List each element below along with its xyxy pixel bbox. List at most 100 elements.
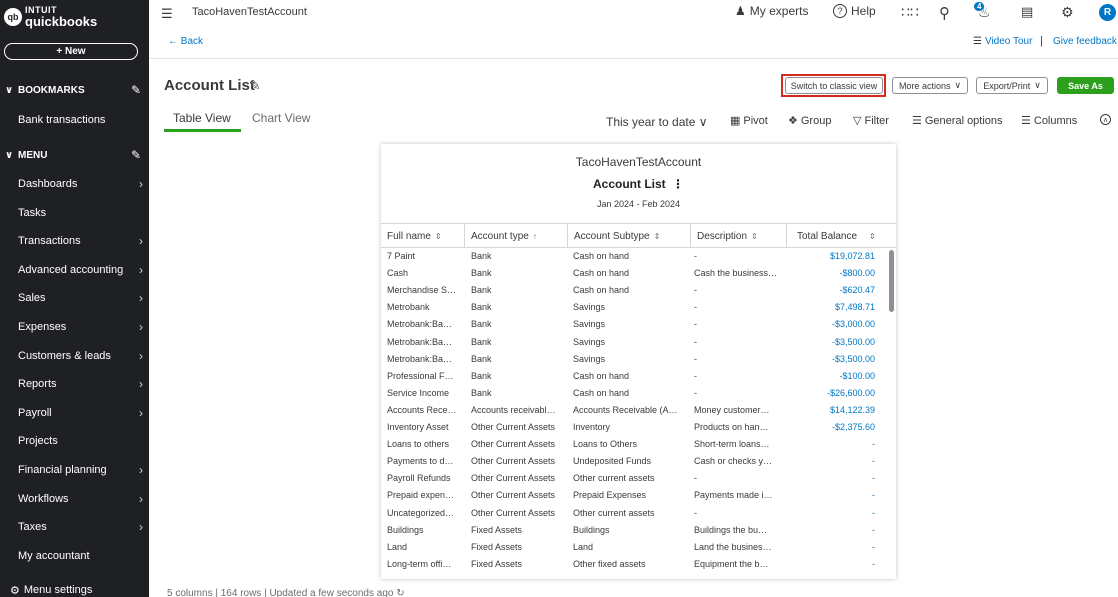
column-header-total-balance[interactable]: Total Balance ⇕ bbox=[787, 224, 890, 248]
collapse-menu-icon[interactable]: ☰ bbox=[161, 6, 173, 22]
cell-total-balance[interactable]: - bbox=[787, 559, 875, 569]
edit-menu-icon[interactable]: ✎ bbox=[131, 148, 141, 162]
table-row[interactable]: Inventory Asset Other Current Assets Inven… bbox=[381, 419, 896, 436]
column-header-full-name[interactable]: Full name ⇕ bbox=[381, 224, 465, 248]
clipboard-icon[interactable]: ▤ bbox=[1021, 4, 1033, 20]
sidebar-item-customers-leads[interactable]: Customers & leads › bbox=[18, 345, 149, 367]
header-divider bbox=[149, 58, 1118, 59]
sidebar-item-label: My accountant bbox=[18, 549, 90, 562]
sidebar-item-expenses[interactable]: Expenses › bbox=[18, 316, 149, 338]
table-row[interactable]: Land Fixed Assets Land Land the busines… - bbox=[381, 539, 896, 556]
quickbooks-logo[interactable]: qb INTUIT quickbooks bbox=[4, 6, 97, 28]
cell-total-balance[interactable]: -$800.00 bbox=[787, 268, 875, 278]
sidebar-item-label: Advanced accounting bbox=[18, 263, 124, 276]
help-button[interactable]: ? Help bbox=[833, 4, 876, 18]
table-row[interactable]: 7 Paint Bank Cash on hand - $19,072.81 bbox=[381, 248, 896, 265]
column-header-description[interactable]: Description ⇕ bbox=[691, 224, 787, 248]
group-button[interactable]: ❖ Group bbox=[788, 114, 831, 128]
table-row[interactable]: Payroll Refunds Other Current Assets Other… bbox=[381, 470, 896, 487]
table-row[interactable]: Prepaid expen… Other Current Assets Prepai… bbox=[381, 487, 896, 504]
cell-total-balance[interactable]: - bbox=[787, 542, 875, 552]
report-title[interactable]: Account List ⋮ bbox=[381, 177, 896, 191]
column-header-account-type[interactable]: Account type ↑ bbox=[465, 224, 568, 248]
kebab-menu-icon[interactable]: ⋮ bbox=[672, 177, 684, 191]
bookmark-bank-transactions[interactable]: Bank transactions bbox=[18, 109, 149, 131]
table-row[interactable]: Buildings Fixed Assets Buildings Buildings … bbox=[381, 522, 896, 539]
cell-total-balance[interactable]: - bbox=[787, 456, 875, 466]
switch-classic-view-button[interactable]: Switch to classic view bbox=[785, 77, 883, 94]
refresh-icon[interactable]: ↻ bbox=[396, 588, 404, 597]
cell-total-balance[interactable]: -$620.47 bbox=[787, 285, 875, 295]
sidebar-item-dashboards[interactable]: Dashboards › bbox=[18, 173, 149, 195]
table-row[interactable]: Loans to others Other Current Assets Loans… bbox=[381, 436, 896, 453]
menu-settings[interactable]: ⚙ Menu settings bbox=[10, 579, 141, 597]
video-tour-link[interactable]: ☰ Video Tour bbox=[973, 36, 1032, 47]
edit-title-icon[interactable]: ✎ bbox=[249, 77, 261, 94]
search-icon[interactable]: ⚲ bbox=[939, 4, 950, 22]
my-experts-button[interactable]: ♟ My experts bbox=[735, 4, 808, 18]
apps-grid-icon[interactable]: ∷∷ bbox=[901, 4, 919, 21]
sidebar-item-sales[interactable]: Sales › bbox=[18, 287, 149, 309]
sidebar-item-financial-planning[interactable]: Financial planning › bbox=[18, 459, 149, 481]
sidebar-item-my-accountant[interactable]: My accountant bbox=[18, 545, 149, 567]
pivot-button[interactable]: ▦ Pivot bbox=[730, 114, 768, 128]
tab-table-view[interactable]: Table View bbox=[173, 111, 231, 125]
bookmarks-section-header[interactable]: ∨ BOOKMARKS ✎ bbox=[0, 79, 149, 101]
sidebar-item-tasks[interactable]: Tasks bbox=[18, 202, 149, 224]
cell-total-balance[interactable]: - bbox=[787, 508, 875, 518]
separator: | bbox=[1040, 35, 1043, 47]
table-row[interactable]: Metrobank:Ba… Bank Savings - -$3,500.00 bbox=[381, 351, 896, 368]
save-as-button[interactable]: Save As bbox=[1057, 77, 1114, 94]
cell-total-balance[interactable]: - bbox=[787, 490, 875, 500]
table-row[interactable]: Metrobank:Ba… Bank Savings - -$3,000.00 bbox=[381, 316, 896, 333]
settings-gear-icon[interactable]: ⚙ bbox=[1061, 4, 1074, 21]
table-row[interactable]: Payments to d… Other Current Assets Undepo… bbox=[381, 453, 896, 470]
cell-total-balance[interactable]: -$3,000.00 bbox=[787, 319, 875, 329]
sidebar-item-projects[interactable]: Projects bbox=[18, 430, 149, 452]
table-row[interactable]: Metrobank Bank Savings - $7,498.71 bbox=[381, 299, 896, 316]
sidebar-item-workflows[interactable]: Workflows › bbox=[18, 488, 149, 510]
table-row[interactable]: Uncategorized… Other Current Assets Other … bbox=[381, 505, 896, 522]
collapse-icon[interactable]: ∧ bbox=[1100, 114, 1111, 125]
new-button[interactable]: + New bbox=[4, 43, 138, 60]
more-actions-button[interactable]: More actions ∨ bbox=[892, 77, 968, 94]
cell-total-balance[interactable]: - bbox=[787, 473, 875, 483]
give-feedback-link[interactable]: Give feedback bbox=[1053, 36, 1117, 47]
chevron-right-icon: › bbox=[139, 491, 143, 506]
table-scrollbar[interactable] bbox=[889, 250, 894, 312]
cell-total-balance[interactable]: -$2,375.60 bbox=[787, 422, 875, 432]
cell-total-balance[interactable]: $19,072.81 bbox=[787, 251, 875, 261]
table-row[interactable]: Merchandise S… Bank Cash on hand - -$620.47 bbox=[381, 282, 896, 299]
cell-total-balance[interactable]: -$3,500.00 bbox=[787, 337, 875, 347]
sidebar-item-transactions[interactable]: Transactions › bbox=[18, 230, 149, 252]
table-row[interactable]: Metrobank:Ba… Bank Savings - -$3,500.00 bbox=[381, 334, 896, 351]
sidebar-item-payroll[interactable]: Payroll › bbox=[18, 402, 149, 424]
notifications-button[interactable]: 4 ♨ bbox=[974, 2, 991, 21]
tab-chart-view[interactable]: Chart View bbox=[252, 111, 310, 125]
period-selector[interactable]: This year to date ∨ bbox=[606, 115, 708, 129]
sidebar-item-taxes[interactable]: Taxes › bbox=[18, 516, 149, 538]
menu-section-header[interactable]: ∨ MENU ✎ bbox=[0, 144, 149, 166]
cell-total-balance[interactable]: -$3,500.00 bbox=[787, 354, 875, 364]
columns-button[interactable]: ☰ Columns bbox=[1021, 114, 1077, 128]
column-header-account-subtype[interactable]: Account Subtype ⇕ bbox=[568, 224, 691, 248]
table-row[interactable]: Long-term offi… Fixed Assets Other fixed a… bbox=[381, 556, 896, 573]
edit-bookmarks-icon[interactable]: ✎ bbox=[131, 83, 141, 97]
table-row[interactable]: Service Income Bank Cash on hand - -$26,600.… bbox=[381, 385, 896, 402]
sidebar-item-advanced-accounting[interactable]: Advanced accounting › bbox=[18, 259, 149, 281]
cell-total-balance[interactable]: $14,122.39 bbox=[787, 405, 875, 415]
general-options-button[interactable]: ☰ General options bbox=[912, 114, 1003, 128]
cell-total-balance[interactable]: -$100.00 bbox=[787, 371, 875, 381]
cell-total-balance[interactable]: $7,498.71 bbox=[787, 302, 875, 312]
user-avatar[interactable]: R bbox=[1099, 4, 1116, 21]
cell-total-balance[interactable]: -$26,600.00 bbox=[787, 388, 875, 398]
filter-button[interactable]: ▽ Filter bbox=[853, 114, 889, 128]
table-row[interactable]: Accounts Rece… Accounts receivabl… Account… bbox=[381, 402, 896, 419]
back-link[interactable]: ← Back bbox=[168, 36, 203, 47]
table-row[interactable]: Professional F… Bank Cash on hand - -$100.00 bbox=[381, 368, 896, 385]
sidebar-item-reports[interactable]: Reports › bbox=[18, 373, 149, 395]
table-row[interactable]: Cash Bank Cash on hand Cash the business… -$… bbox=[381, 265, 896, 282]
export-print-button[interactable]: Export/Print ∨ bbox=[976, 77, 1048, 94]
cell-total-balance[interactable]: - bbox=[787, 525, 875, 535]
cell-total-balance[interactable]: - bbox=[787, 439, 875, 449]
